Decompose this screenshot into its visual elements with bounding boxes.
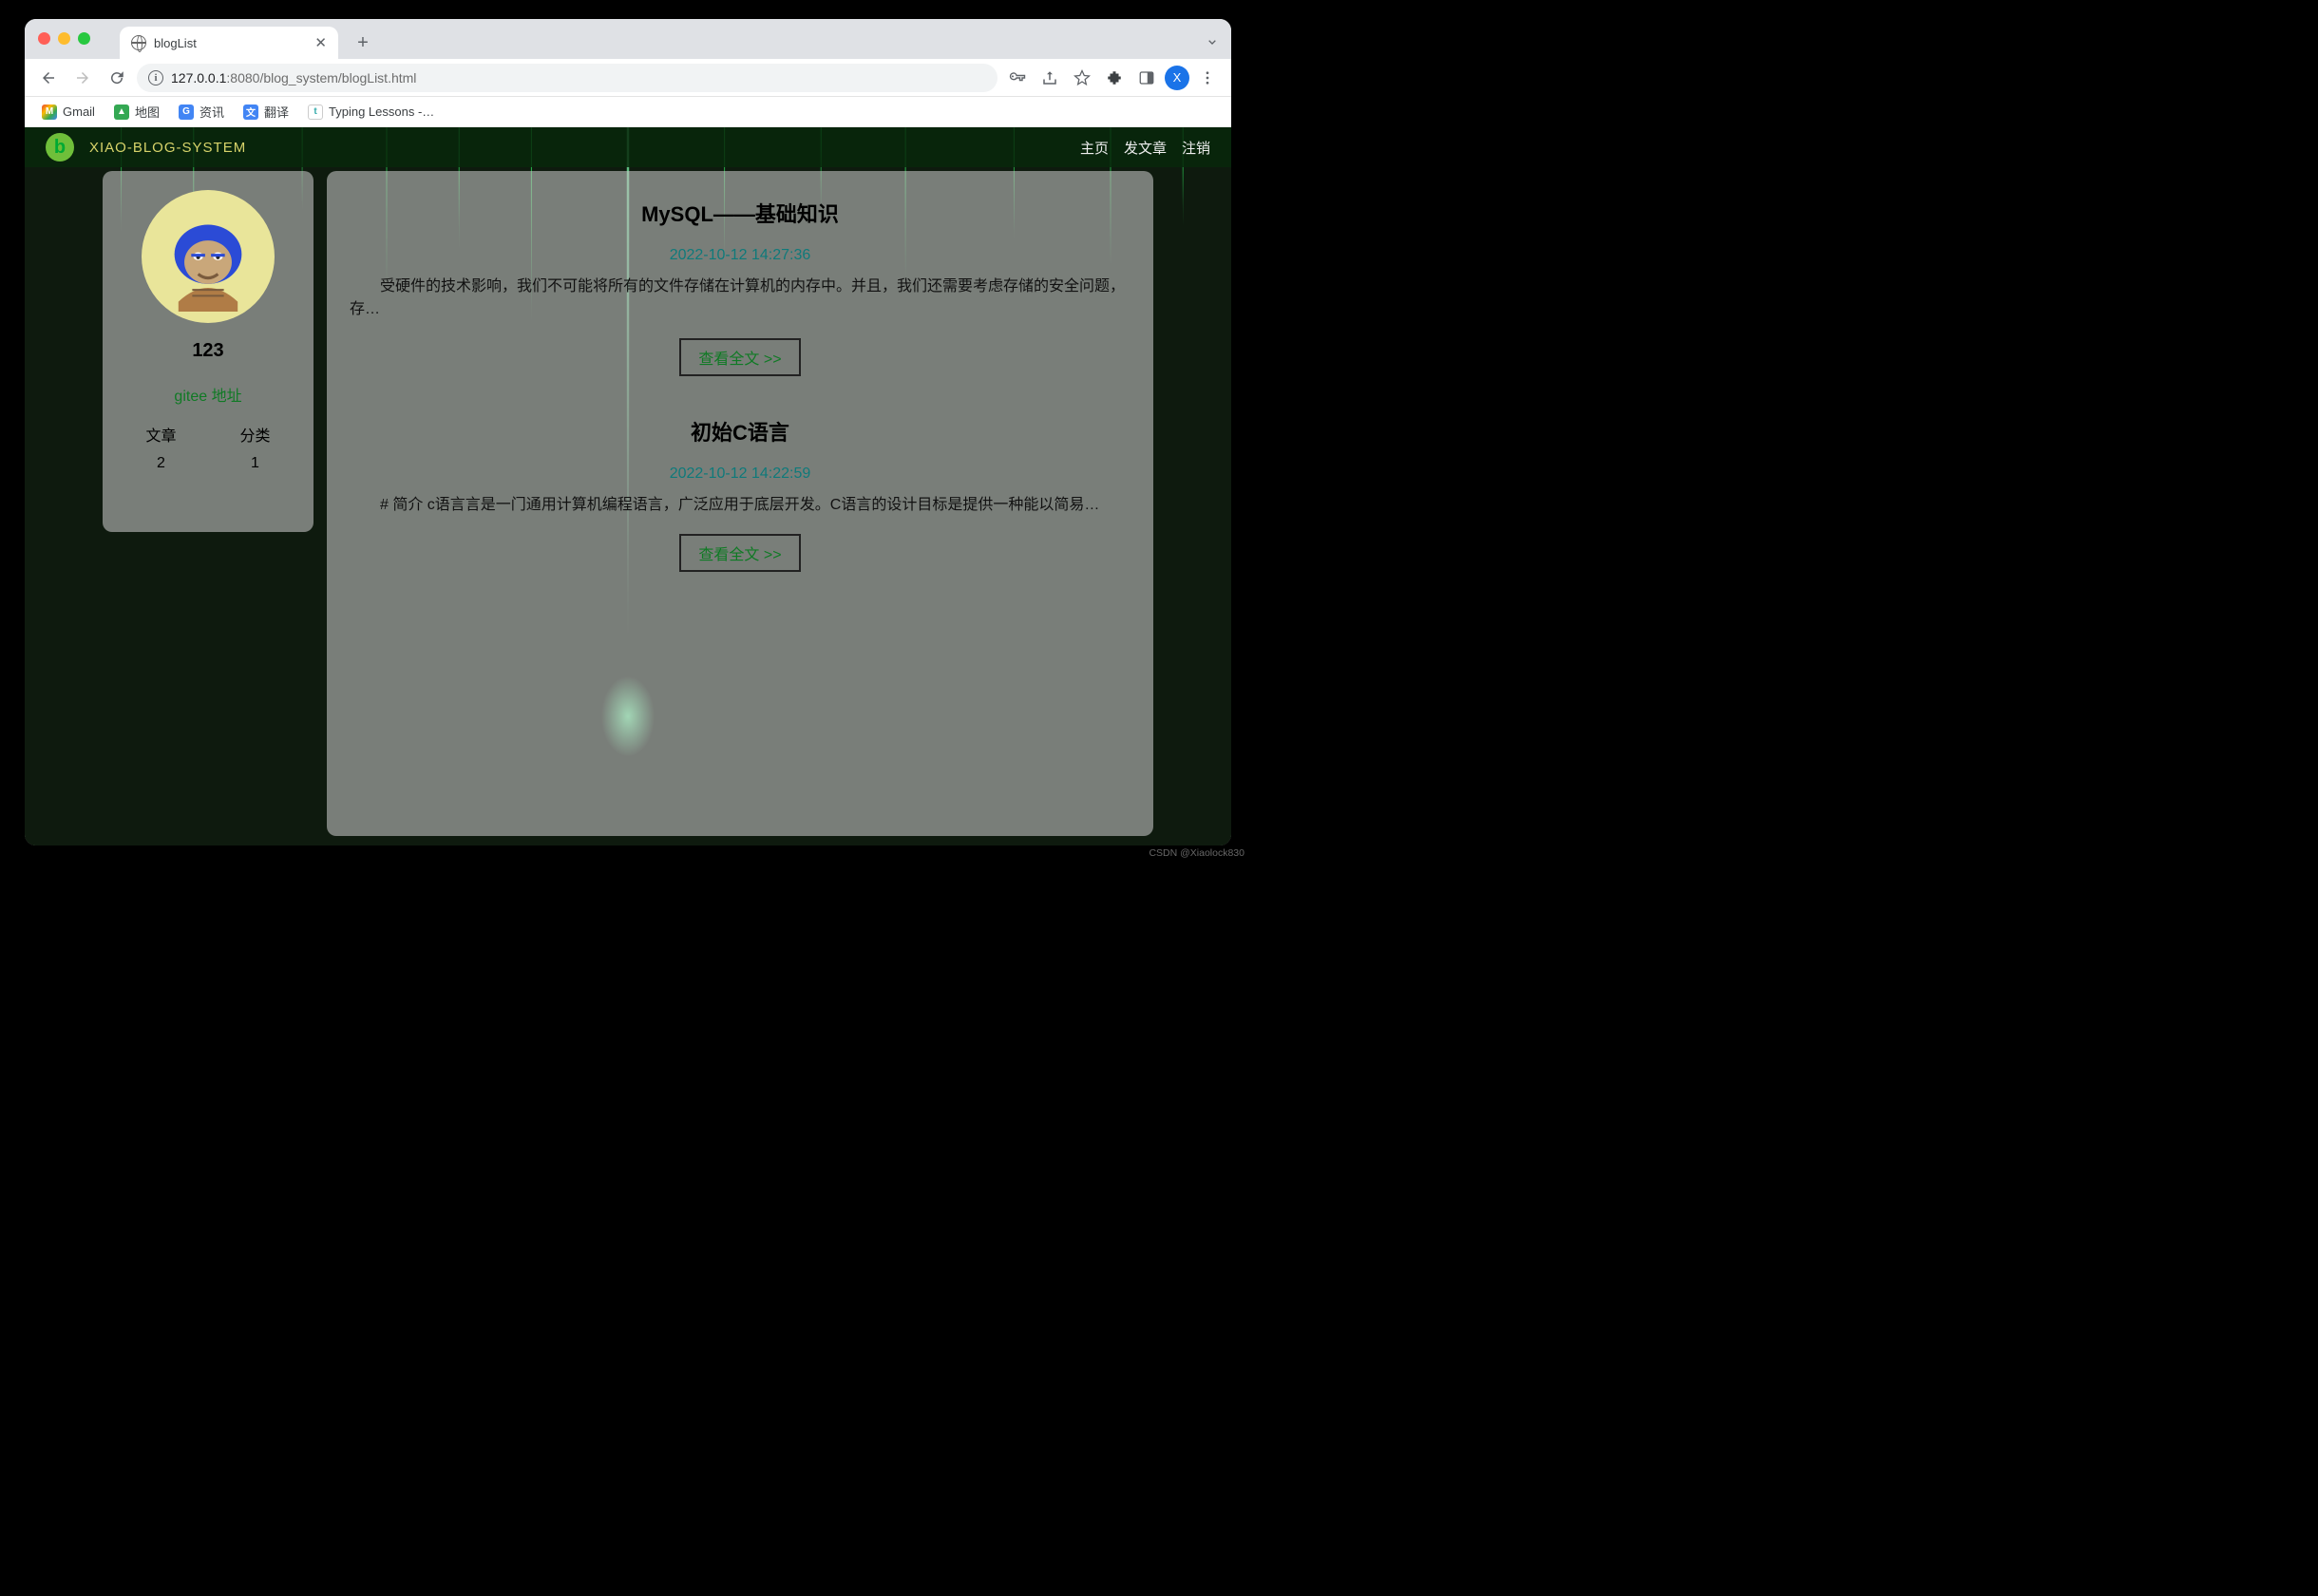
page-content: b XIAO-BLOG-SYSTEM 主页 发文章 注销 — [25, 127, 1231, 846]
stat-labels: 文章 分类 — [114, 423, 302, 446]
new-tab-button[interactable]: + — [350, 29, 376, 56]
site-brand: XIAO-BLOG-SYSTEM — [89, 140, 246, 156]
bookmarks-bar: MGmail ▲地图 G资讯 文翻译 tTyping Lessons -… — [25, 97, 1231, 127]
site-navbar: b XIAO-BLOG-SYSTEM 主页 发文章 注销 — [25, 127, 1231, 167]
avatar — [142, 190, 275, 323]
maps-icon: ▲ — [114, 104, 129, 120]
site-info-icon[interactable]: i — [148, 70, 163, 86]
stat-values: 2 1 — [114, 455, 302, 472]
url-text: 127.0.0.1:8080/blog_system/blogList.html — [171, 70, 416, 86]
back-button[interactable] — [34, 64, 63, 92]
browser-tab[interactable]: blogList ✕ — [120, 27, 338, 59]
bookmark-news[interactable]: G资讯 — [171, 99, 232, 124]
post-date: 2022-10-12 14:27:36 — [350, 247, 1130, 264]
toolbar-right: X — [1003, 64, 1222, 92]
close-window-button[interactable] — [38, 32, 50, 45]
read-more-button[interactable]: 查看全文 >> — [679, 338, 800, 376]
read-more-button[interactable]: 查看全文 >> — [679, 534, 800, 572]
side-panel-icon[interactable] — [1132, 64, 1161, 92]
username: 123 — [114, 340, 302, 362]
typing-icon: t — [308, 104, 323, 120]
bookmark-maps[interactable]: ▲地图 — [106, 99, 167, 124]
minimize-window-button[interactable] — [58, 32, 70, 45]
gmail-icon: M — [42, 104, 57, 120]
site-logo-icon[interactable]: b — [46, 133, 74, 162]
watermark: CSDN @Xiaolock830 — [1149, 847, 1244, 859]
bookmark-translate[interactable]: 文翻译 — [236, 99, 296, 124]
post-item: 初始C语言 2022-10-12 14:22:59 # 简介 c语言言是一门通用… — [350, 416, 1130, 572]
browser-window: blogList ✕ + i 127.0.0.1:8080/blog_syste… — [25, 19, 1231, 846]
kebab-menu-icon[interactable] — [1193, 64, 1222, 92]
forward-button[interactable] — [68, 64, 97, 92]
stat-articles-label: 文章 — [145, 423, 176, 446]
post-item: MySQL——基础知识 2022-10-12 14:27:36 受硬件的技术影响… — [350, 198, 1130, 376]
maximize-window-button[interactable] — [78, 32, 90, 45]
tab-strip: blogList ✕ + — [25, 19, 1231, 59]
nav-home[interactable]: 主页 — [1080, 138, 1109, 158]
nav-write[interactable]: 发文章 — [1124, 138, 1167, 158]
share-icon[interactable] — [1036, 64, 1064, 92]
address-bar[interactable]: i 127.0.0.1:8080/blog_system/blogList.ht… — [137, 64, 998, 92]
password-key-icon[interactable] — [1003, 64, 1032, 92]
tab-title: blogList — [154, 36, 197, 50]
post-title[interactable]: MySQL——基础知识 — [350, 198, 1130, 228]
window-controls — [38, 32, 90, 45]
profile-avatar-button[interactable]: X — [1165, 66, 1189, 90]
browser-toolbar: i 127.0.0.1:8080/blog_system/blogList.ht… — [25, 59, 1231, 97]
stat-categories-label: 分类 — [239, 423, 270, 446]
content-wrap: 123 gitee 地址 文章 分类 2 1 MySQL——基础知识 2022-… — [25, 167, 1231, 846]
extensions-icon[interactable] — [1100, 64, 1129, 92]
bookmark-typing[interactable]: tTyping Lessons -… — [300, 101, 442, 124]
tabs-dropdown-icon[interactable] — [1205, 34, 1220, 49]
post-date: 2022-10-12 14:22:59 — [350, 466, 1130, 483]
nav-logout[interactable]: 注销 — [1182, 138, 1210, 158]
stat-articles-count: 2 — [157, 455, 165, 472]
post-list: MySQL——基础知识 2022-10-12 14:27:36 受硬件的技术影响… — [327, 171, 1153, 836]
news-icon: G — [179, 104, 194, 120]
bookmark-star-icon[interactable] — [1068, 64, 1096, 92]
globe-icon — [131, 35, 146, 50]
post-excerpt: # 简介 c语言言是一门通用计算机编程语言，广泛应用于底层开发。C语言的设计目标… — [350, 494, 1130, 517]
reload-button[interactable] — [103, 64, 131, 92]
close-tab-icon[interactable]: ✕ — [314, 34, 327, 51]
profile-card: 123 gitee 地址 文章 分类 2 1 — [103, 171, 314, 532]
translate-icon: 文 — [243, 104, 258, 120]
avatar-ape-icon — [159, 213, 257, 312]
post-excerpt: 受硬件的技术影响，我们不可能将所有的文件存储在计算机的内存中。并且，我们还需要考… — [350, 276, 1130, 321]
stat-categories-count: 1 — [251, 455, 259, 472]
post-title[interactable]: 初始C语言 — [350, 416, 1130, 446]
bookmark-gmail[interactable]: MGmail — [34, 101, 103, 124]
gitee-link[interactable]: gitee 地址 — [114, 383, 302, 406]
